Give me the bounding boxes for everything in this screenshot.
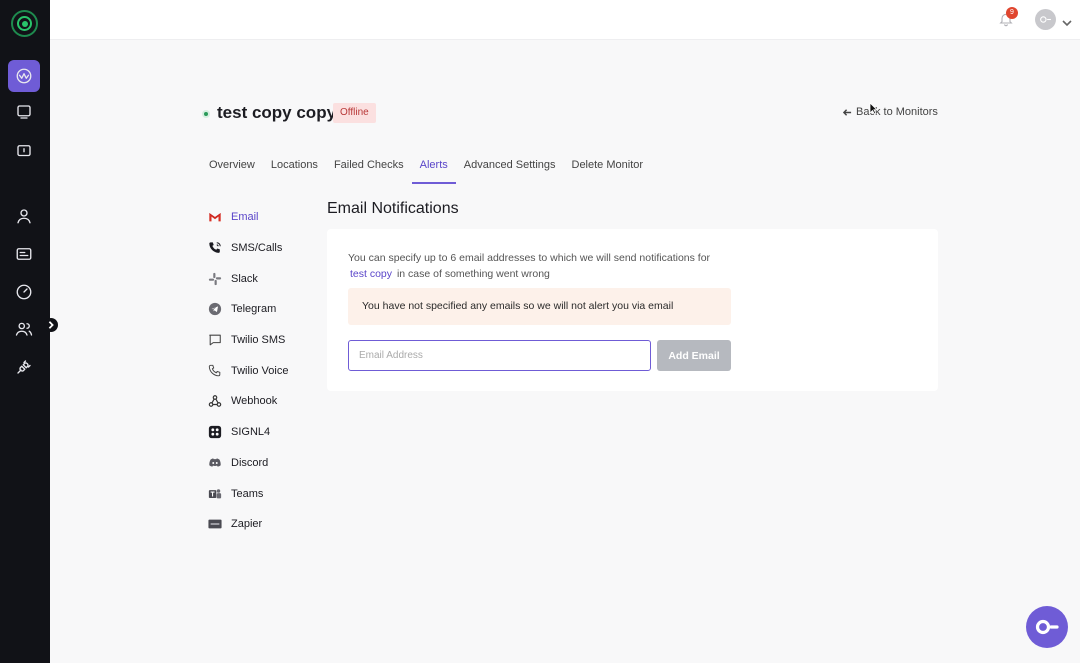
screen-alert-icon [17,145,31,157]
nav-team-button[interactable] [8,313,40,345]
back-to-monitors-link[interactable]: Back to Monitors [843,106,938,118]
chevron-down-icon [1062,20,1072,27]
channel-label: Zapier [231,518,263,531]
team-icon [15,322,33,336]
channel-twilio-voice[interactable]: Twilio Voice [207,355,317,386]
channel-label: Discord [231,456,269,469]
monitor-name-link[interactable]: test copy [348,268,394,280]
channel-twilio-sms[interactable]: Twilio SMS [207,325,317,356]
sidebar-expand-button[interactable] [44,318,58,332]
tab-advanced-settings[interactable]: Advanced Settings [456,151,564,184]
chevron-right-icon [48,321,54,329]
teams-icon [207,486,222,501]
description-text-end: in case of something went wrong [396,268,550,280]
no-emails-warning: You have not specified any emails so we … [348,288,731,325]
channel-label: Email [231,211,259,224]
channel-email[interactable]: Email [207,202,317,233]
nav-billing-button[interactable] [8,238,40,270]
nav-status-pages-button[interactable] [8,96,40,128]
channel-label: Twilio Voice [231,364,289,377]
arrow-left-icon [843,108,852,116]
user-menu-toggle[interactable] [1062,15,1072,27]
nav-speed-button[interactable] [8,276,40,308]
add-email-button[interactable]: Add Email [657,340,731,371]
panel-title: Email Notifications [327,200,459,217]
phone-call-icon [207,241,222,256]
mouse-cursor-icon [869,102,878,115]
monitor-screen-icon [17,105,31,119]
channel-label: Twilio SMS [231,334,286,347]
alert-channel-list: Email SMS/Calls Slack Telegram Twilio SM… [207,202,317,540]
tab-locations[interactable]: Locations [263,151,326,184]
channel-webhook[interactable]: Webhook [207,386,317,417]
notification-count-badge: 9 [1006,7,1018,19]
monitor-tabs: Overview Locations Failed Checks Alerts … [201,151,651,184]
user-avatar[interactable] [1035,9,1056,30]
pulse-icon [16,68,32,84]
tab-alerts[interactable]: Alerts [411,151,456,184]
gmail-icon [207,210,222,225]
status-badge: Offline [333,103,376,123]
channel-signl4[interactable]: SIGNL4 [207,417,317,448]
channel-label: Slack [231,272,258,285]
channel-label: Teams [231,487,264,500]
channel-zapier[interactable]: Zapier [207,509,317,540]
plug-icon [17,360,31,374]
channel-label: Webhook [231,395,278,408]
support-chat-button[interactable] [1026,606,1068,648]
description-text: You can specify up to 6 email addresses … [348,252,711,264]
channel-telegram[interactable]: Telegram [207,294,317,325]
discord-icon [207,455,222,470]
card-icon [16,248,32,260]
channel-teams[interactable]: Teams [207,478,317,509]
email-input[interactable] [348,340,651,371]
nav-incidents-button[interactable] [8,135,40,167]
gauge-icon [16,284,32,300]
message-icon [207,333,222,348]
channel-label: Telegram [231,303,277,316]
panel-description: You can specify up to 6 email addresses … [348,250,728,282]
phone-icon [207,363,222,378]
slack-icon [207,271,222,286]
user-logo-icon [1040,16,1051,23]
zapier-icon [207,517,222,532]
tab-failed-checks[interactable]: Failed Checks [326,151,412,184]
channel-label: SMS/Calls [231,242,283,255]
channel-discord[interactable]: Discord [207,448,317,479]
signl4-icon [207,425,222,440]
monitor-status-dot [202,110,210,118]
channel-label: SIGNL4 [231,426,271,439]
chat-logo-icon [1035,619,1059,635]
tab-overview[interactable]: Overview [201,151,263,184]
webhook-icon [207,394,222,409]
page-title: test copy copy [217,103,337,122]
nav-monitors-button[interactable] [8,60,40,92]
email-notifications-panel: You can specify up to 6 email addresses … [327,229,938,391]
channel-slack[interactable]: Slack [207,263,317,294]
nav-integrations-button[interactable] [8,351,40,383]
app-logo[interactable] [11,10,38,37]
nav-account-button[interactable] [8,200,40,232]
channel-sms-calls[interactable]: SMS/Calls [207,233,317,264]
tab-delete-monitor[interactable]: Delete Monitor [564,151,652,184]
telegram-icon [207,302,222,317]
user-icon [17,209,31,224]
sidebar [0,0,50,663]
top-bar: 9 [50,0,1080,40]
